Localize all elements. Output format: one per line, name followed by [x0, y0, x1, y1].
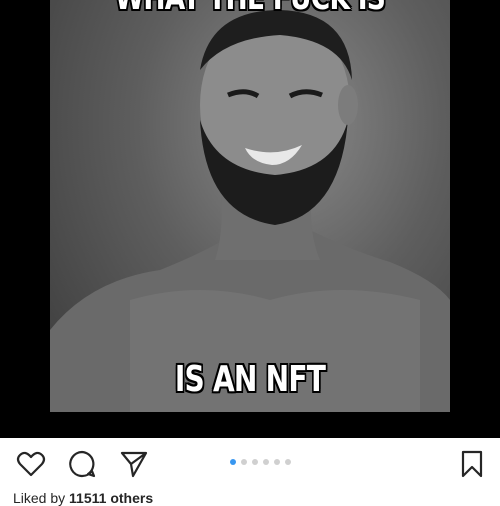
- likes-count[interactable]: 11511 others: [69, 490, 153, 506]
- like-button[interactable]: [15, 448, 47, 480]
- share-button[interactable]: [118, 448, 150, 480]
- post-action-bar: [0, 438, 500, 488]
- carousel-dot: [230, 459, 236, 465]
- carousel-dot: [263, 459, 269, 465]
- carousel-dot: [241, 459, 247, 465]
- meme-caption-bottom: IS AN NFT: [174, 359, 326, 400]
- comment-button[interactable]: [66, 448, 98, 480]
- comment-bubble-icon: [69, 450, 96, 478]
- meme-caption-top: WHAT THE FUCK IS: [94, 0, 406, 18]
- heart-outline-icon: [16, 451, 46, 477]
- man-portrait-illustration: [50, 10, 450, 412]
- carousel-dot: [252, 459, 258, 465]
- carousel-dot: [274, 459, 280, 465]
- carousel-indicator: [230, 459, 291, 467]
- save-button[interactable]: [456, 448, 488, 480]
- bookmark-outline-icon: [461, 450, 483, 478]
- likes-summary[interactable]: Liked by 11511 others: [13, 490, 153, 506]
- likes-prefix: Liked by: [13, 490, 70, 506]
- paper-plane-icon: [120, 451, 148, 478]
- meme-image: WHAT THE FUCK IS IS AN NFT: [50, 0, 450, 412]
- carousel-dot: [285, 459, 291, 465]
- post-media[interactable]: WHAT THE FUCK IS IS AN NFT: [0, 0, 500, 438]
